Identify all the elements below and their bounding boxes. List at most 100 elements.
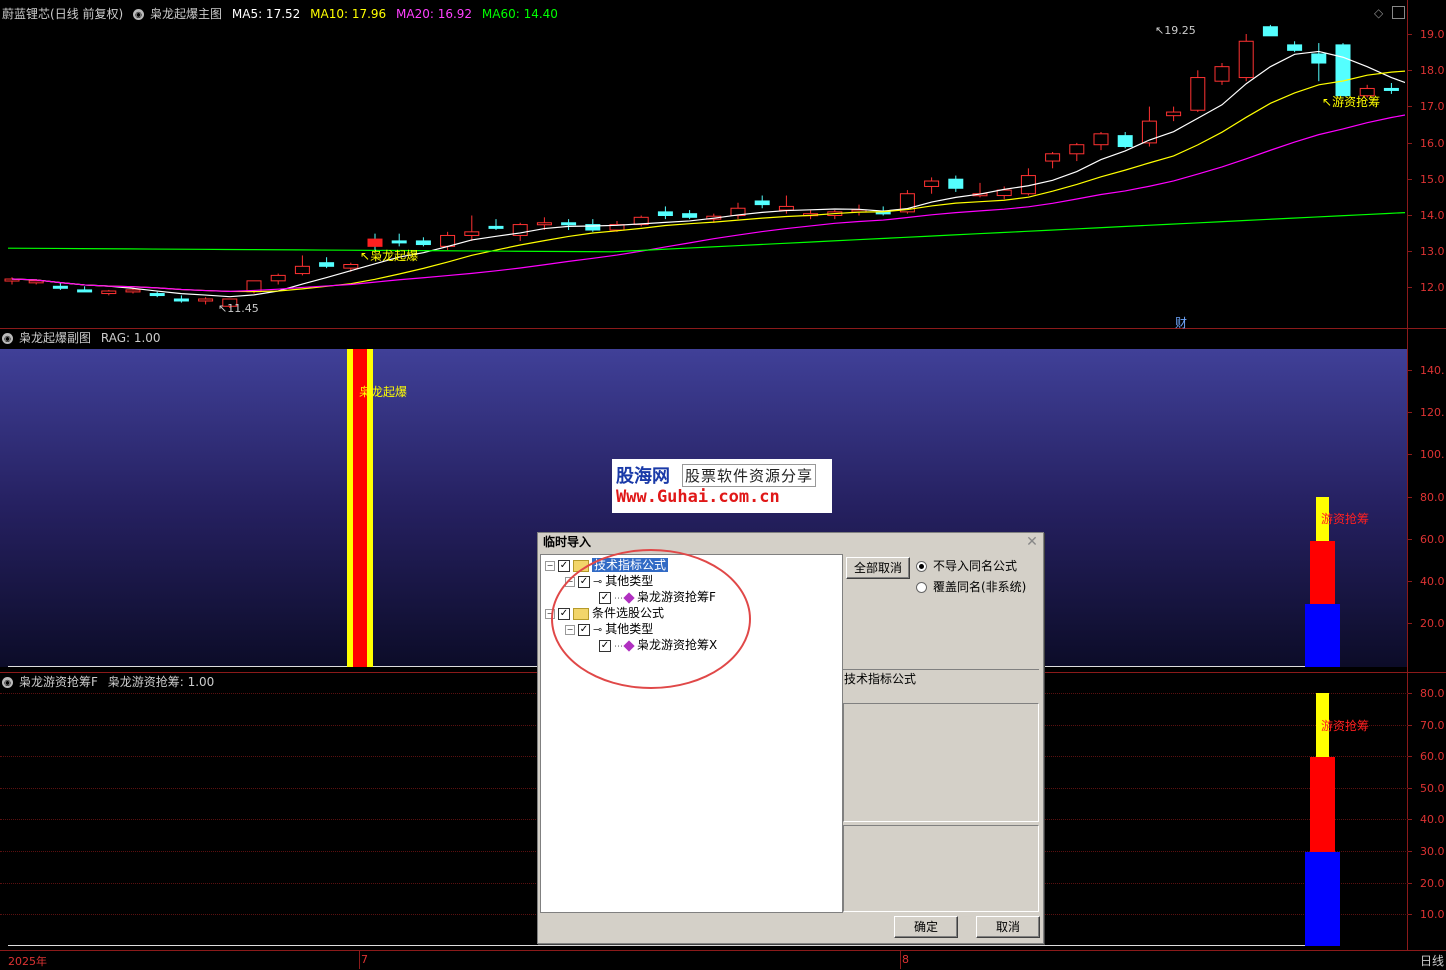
- temp-import-dialog: 临时导入 ✕ − ✓ 技术指标公式 − ✓ ⊸ 其他类型 ✓ ⋯ 枭龙游资抢筹F − ✓ 条件选股…: [537, 532, 1044, 944]
- checkbox-tech-folder[interactable]: ✓: [558, 559, 570, 572]
- candle-body: [948, 178, 964, 189]
- sub2-stack-blue: [1305, 852, 1340, 946]
- candle-body: [343, 264, 359, 269]
- main-axis-label: 13.0: [1420, 245, 1445, 258]
- candle-body: [391, 240, 407, 244]
- sub1-axis-tick: [1407, 581, 1412, 582]
- watermark-logo: 股海网: [616, 466, 670, 487]
- sub2-axis-label: 60.0: [1420, 750, 1445, 763]
- candle-body: [270, 274, 286, 282]
- candle-body: [1383, 87, 1399, 91]
- sub2-header: ◉ 枭龙游资抢筹F 枭龙游资抢筹: 1.00: [2, 674, 220, 690]
- candle-body: [173, 298, 189, 302]
- main-candlestick-chart: [4, 24, 1405, 309]
- candle-body: [778, 205, 794, 211]
- info-panel-bottom: [843, 825, 1039, 912]
- sub1-axis-tick: [1407, 497, 1412, 498]
- period-label: (日线 前复权): [50, 7, 124, 21]
- candle-body: [367, 238, 383, 247]
- stock-name[interactable]: 蔚蓝锂芯: [2, 7, 50, 21]
- main-axis-label: 14.0: [1420, 209, 1445, 222]
- cancel-all-button[interactable]: 全部取消: [846, 557, 910, 579]
- sub1-bar-label: 枭龙起爆: [359, 385, 408, 399]
- time-axis-tick-7: [359, 951, 360, 969]
- info-label: 技术指标公式: [844, 672, 917, 686]
- sub2-value: 枭龙游资抢筹: 1.00: [107, 675, 215, 689]
- sub2-name[interactable]: 枭龙游资抢筹F: [19, 675, 98, 689]
- candle-body: [77, 289, 93, 293]
- sub1-axis-label: 80.0: [1420, 491, 1445, 504]
- finance-mark[interactable]: 财: [1175, 314, 1187, 331]
- sub1-axis-label: 100.: [1420, 448, 1445, 461]
- cancel-button[interactable]: 取消: [976, 916, 1040, 938]
- sub1-axis-label: 60.0: [1420, 533, 1445, 546]
- sub1-axis-tick: [1407, 412, 1412, 413]
- time-axis-divider: [0, 950, 1446, 951]
- info-label-panel: 技术指标公式: [843, 669, 1039, 702]
- candle-body: [1045, 153, 1061, 162]
- signal-arrow-icon: ↖: [360, 249, 371, 263]
- dialog-title[interactable]: 临时导入: [538, 533, 1043, 552]
- watermark-banner: 股海网 股票软件资源分享 Www.Guhai.com.cn: [612, 459, 832, 513]
- ok-button[interactable]: 确定: [894, 916, 958, 938]
- candle-body: [754, 200, 770, 206]
- signal-arrow-icon-right: ↖: [1322, 95, 1333, 109]
- candle-body: [924, 180, 940, 187]
- period-button[interactable]: 日线: [1420, 952, 1444, 969]
- sub1-menu-icon[interactable]: ◉: [2, 333, 13, 344]
- time-axis-year: 2025年: [8, 955, 47, 968]
- candle-body: [198, 298, 214, 302]
- indicator-name[interactable]: 枭龙起爆主图: [150, 7, 222, 21]
- sub1-name[interactable]: 枭龙起爆副图: [19, 331, 91, 345]
- sub2-menu-icon[interactable]: ◉: [2, 677, 13, 688]
- radio-dot-selected[interactable]: [916, 561, 927, 572]
- sub1-axis-label: 20.0: [1420, 617, 1445, 630]
- sub2-right-label: 游资抢筹: [1321, 719, 1370, 733]
- candle-body: [464, 231, 480, 236]
- radio-no-import[interactable]: 不导入同名公式: [916, 558, 1017, 574]
- close-icon[interactable]: ✕: [1025, 535, 1039, 549]
- collapse-icon[interactable]: −: [545, 560, 555, 571]
- time-axis-tick-8: [900, 951, 901, 969]
- radio-dot[interactable]: [916, 582, 927, 593]
- expand-icon[interactable]: ◇: [1374, 6, 1383, 20]
- candle-body: [488, 225, 504, 229]
- sub2-axis-label: 70.0: [1420, 719, 1445, 732]
- ma5-value: MA5: 17.52: [231, 7, 301, 21]
- sub2-axis-label: 10.0: [1420, 908, 1445, 921]
- signal-label-right-main: ↖游资抢筹: [1322, 95, 1381, 109]
- sub1-axis-label: 120.: [1420, 406, 1445, 419]
- ma20-line: [11, 114, 1405, 293]
- candle-body: [1311, 53, 1327, 64]
- candle-body: [1093, 133, 1109, 146]
- candle-body: [28, 280, 44, 284]
- sub2-axis-label: 20.0: [1420, 877, 1445, 890]
- candle-body: [536, 222, 552, 226]
- main-axis-label: 12.0: [1420, 281, 1445, 294]
- ma10-value: MA10: 17.96: [310, 7, 387, 21]
- candle-body: [657, 211, 673, 216]
- ma20-value: MA20: 16.92: [396, 7, 473, 21]
- watermark-url: Www.Guhai.com.cn: [616, 487, 780, 507]
- candle-body: [1117, 135, 1133, 148]
- candle-body: [319, 262, 335, 267]
- annotation-ellipse: [551, 549, 751, 689]
- sub1-value: RAG: 1.00: [100, 331, 161, 345]
- low-price-marker: ↖11.45: [218, 302, 259, 315]
- ma60-value: MA60: 14.40: [481, 7, 558, 21]
- candle-body: [52, 285, 68, 289]
- sub1-header: ◉ 枭龙起爆副图 RAG: 1.00: [2, 330, 167, 346]
- candle-body: [149, 293, 165, 297]
- candle-body: [294, 265, 310, 275]
- main-axis-tick: [1407, 70, 1412, 71]
- candle-body: [1214, 66, 1230, 82]
- indicator-menu-icon[interactable]: ◉: [133, 9, 145, 20]
- main-axis-label: 17.0: [1420, 100, 1445, 113]
- low-arrow-icon: ↖: [218, 302, 228, 315]
- pane-divider-1: [0, 328, 1446, 329]
- radio-overwrite[interactable]: 覆盖同名(非系统): [916, 579, 1026, 595]
- window-maximize-icon[interactable]: [1392, 6, 1405, 19]
- time-axis-month-7: 7: [361, 953, 368, 966]
- formula-tree[interactable]: − ✓ 技术指标公式 − ✓ ⊸ 其他类型 ✓ ⋯ 枭龙游资抢筹F − ✓ 条件选股公式 − ✓ ⊸ 其…: [540, 549, 843, 913]
- candle-body: [1238, 40, 1254, 79]
